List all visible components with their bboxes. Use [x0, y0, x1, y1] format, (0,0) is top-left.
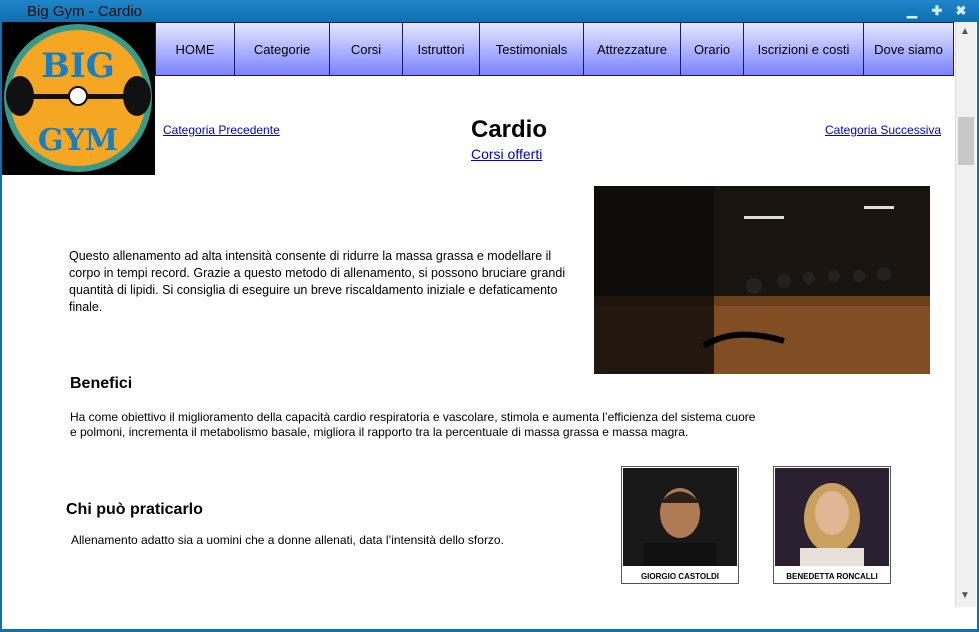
nav-corsi[interactable]: Corsi — [330, 22, 403, 76]
minimize-icon[interactable]: ▁ — [902, 3, 922, 19]
scroll-down-icon[interactable]: ▼ — [960, 590, 970, 601]
nav-istruttori[interactable]: Istruttori — [403, 22, 480, 76]
instructor-card[interactable]: GIORGIO CASTOLDI — [621, 466, 739, 584]
next-category-link[interactable]: Categoria Successiva — [825, 123, 941, 137]
benefits-heading: Benefici — [70, 375, 133, 392]
maximize-icon[interactable]: ✚ — [927, 3, 947, 19]
window-title: Big Gym - Cardio — [27, 3, 143, 20]
instructor-photo — [623, 468, 737, 566]
cycling-class-photo — [594, 186, 930, 374]
nav-home[interactable]: HOME — [155, 22, 235, 76]
prev-category-link[interactable]: Categoria Precedente — [163, 123, 280, 137]
instructor-photo — [775, 468, 889, 566]
big-gym-logo[interactable]: BIG GYM — [2, 22, 155, 175]
instructor-name: BENEDETTA RONCALLI — [786, 572, 878, 581]
window-titlebar: Big Gym - Cardio ▁ ✚ ✖ — [0, 0, 979, 22]
svg-text:BIG: BIG — [41, 46, 115, 86]
intro-text: Questo allenamento ad alta intensità con… — [69, 249, 566, 314]
page-title: Cardio — [471, 116, 548, 143]
instructor-name: GIORGIO CASTOLDI — [640, 572, 720, 581]
nav-iscrizioni[interactable]: Iscrizioni e costi — [744, 22, 864, 76]
vertical-scrollbar[interactable]: ▲ ▼ — [955, 22, 976, 607]
benefits-text: Ha come obiettivo il miglioramento della… — [70, 410, 756, 439]
nav-orario[interactable]: Orario — [681, 22, 744, 76]
courses-link[interactable]: Corsi offerti — [471, 146, 542, 162]
nav-categorie[interactable]: Categorie — [235, 22, 330, 76]
who-text: Allenamento adatto sia a uomini che a do… — [71, 533, 504, 547]
close-icon[interactable]: ✖ — [951, 3, 971, 19]
nav-testimonials[interactable]: Testimonials — [480, 22, 584, 76]
nav-dove-siamo[interactable]: Dove siamo — [864, 22, 954, 76]
instructor-card[interactable]: BENEDETTA RONCALLI — [773, 466, 891, 584]
main-navigation: HOME Categorie Corsi Istruttori Testimon… — [155, 22, 954, 78]
scroll-thumb[interactable] — [958, 117, 974, 165]
scroll-up-icon[interactable]: ▲ — [960, 26, 970, 37]
nav-attrezzature[interactable]: Attrezzature — [584, 22, 681, 76]
who-heading: Chi può praticarlo — [66, 501, 203, 518]
svg-text:GYM: GYM — [38, 123, 118, 158]
